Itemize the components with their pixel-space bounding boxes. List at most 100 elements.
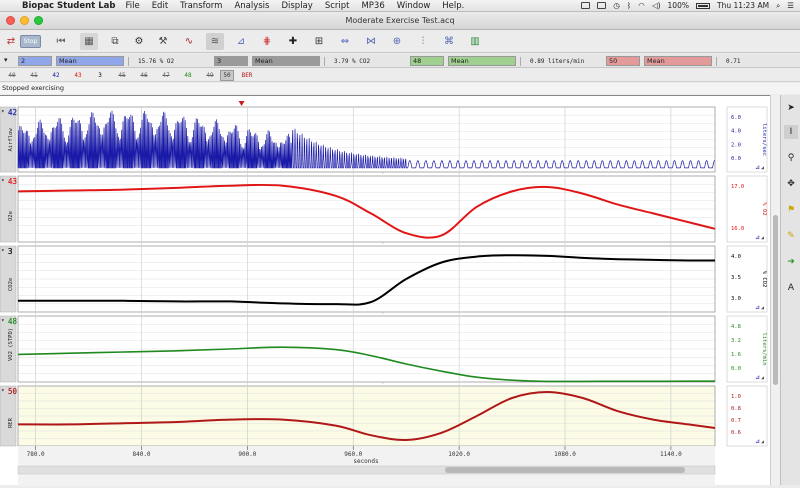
horizontal-scroll-thumb <box>445 467 685 473</box>
measurement-channel-2[interactable]: 3 <box>214 56 248 66</box>
channel-menu-arrow: ▾ <box>1 247 5 254</box>
channel-math-icon[interactable]: ⌘ <box>440 33 458 50</box>
zoom-icon[interactable]: ⚲ <box>784 151 798 165</box>
marker-flag-icon[interactable]: ⚑ <box>784 203 798 217</box>
zoom-fit-icon[interactable]: ⊕ <box>388 33 406 50</box>
menu-mp36[interactable]: MP36 <box>361 1 384 11</box>
channel-toggle-46[interactable]: 46 <box>134 70 154 81</box>
filter-icon[interactable]: ⫶ <box>414 33 432 50</box>
channel-toggle-48[interactable]: 48 <box>178 70 198 81</box>
channel-toggle-42[interactable]: 42 <box>46 70 66 81</box>
time-tick-label: 1020.0 <box>448 451 470 458</box>
lane-divider-handle: ◦ <box>381 310 385 317</box>
waveform-icon[interactable]: ∿ <box>180 33 198 50</box>
swap-arrows-icon[interactable]: ⇄ <box>2 33 20 50</box>
marker-cursor-icon[interactable]: ✎ <box>784 229 798 243</box>
channel-toggle-3[interactable]: 3 <box>90 70 110 81</box>
menu-file[interactable]: File <box>125 1 139 11</box>
markers-icon[interactable]: ⋕ <box>258 33 276 50</box>
hardware-icon[interactable]: ⚒ <box>154 33 172 50</box>
settings-gear-icon[interactable]: ⚙ <box>130 33 148 50</box>
channel-toggle-47[interactable]: 47 <box>156 70 176 81</box>
channel-toggle-43[interactable]: 43 <box>68 70 88 81</box>
measurement-func-4[interactable]: Mean <box>644 56 712 66</box>
graph-window[interactable]: 42 ▾ Airflow 6.0 4.0 2.0 0.0 liters/sec ⊿ ◢ 43 ▾ O2e… <box>0 95 770 486</box>
time-tick-label: 960.0 <box>344 451 362 458</box>
channel-toggle-41[interactable]: 41 <box>24 70 44 81</box>
channel-toggle-49[interactable]: 49 <box>200 70 220 81</box>
scale-tick-label: 0.0 <box>731 366 741 372</box>
volume-icon[interactable]: ◁) <box>652 1 661 10</box>
grid-icon[interactable]: ▦ <box>80 33 98 50</box>
overlap-icon[interactable]: ⋈ <box>362 33 380 50</box>
bluetooth-icon[interactable]: ᛒ <box>627 1 632 10</box>
autoscale-icon: ⊿ <box>755 164 760 171</box>
menu-edit[interactable]: Edit <box>152 1 168 11</box>
close-button[interactable] <box>6 16 15 25</box>
scatter-plot-icon[interactable]: ⊿ <box>232 33 250 50</box>
autoscale-icon: ⊿ <box>755 438 760 445</box>
channel-toggle-40[interactable]: 40 <box>2 70 22 81</box>
menu-transform[interactable]: Transform <box>180 1 222 11</box>
menu-list-icon[interactable]: ☰ <box>787 1 794 10</box>
channel-toggle-50[interactable]: 50 <box>220 70 234 81</box>
stop-button[interactable]: Stop <box>20 35 41 48</box>
minimize-button[interactable] <box>20 16 29 25</box>
annotate-icon[interactable]: A <box>784 281 798 295</box>
battery-percent[interactable]: 100% <box>668 1 689 10</box>
scale-tick-label: 17.0 <box>731 184 744 190</box>
scroll-hand-icon[interactable]: ✥ <box>784 177 798 191</box>
clock-icon[interactable]: ◷ <box>613 1 620 10</box>
measurement-value-2: 3.79 % CO2 <box>324 56 370 66</box>
channel-toggle-row: 40 41 42 43 3 45 46 47 48 49 50 BER <box>0 69 800 82</box>
arrow-cursor-icon[interactable]: ➤ <box>784 101 798 115</box>
i-beam-icon[interactable]: I <box>784 125 798 139</box>
waveform-chart[interactable]: 42▾Airflow6.04.02.00.0liters/sec⊿ ◢43▾O2e… <box>0 96 770 486</box>
measurement-channel-4[interactable]: 50 <box>606 56 640 66</box>
window-tile-icon[interactable]: ⧉ <box>106 33 124 50</box>
align-icon[interactable]: ⇔ <box>336 33 354 50</box>
measurement-channel-1[interactable]: 2 <box>18 56 52 66</box>
network-icon[interactable]: ⊞ <box>310 33 328 50</box>
scale-tick-label: 16.0 <box>731 226 744 232</box>
battery-icon[interactable] <box>695 2 710 9</box>
wifi-icon[interactable]: ◠ <box>638 1 645 10</box>
menu-app-name[interactable]: Biopac Student Lab <box>22 1 115 11</box>
time-axis-label: seconds <box>353 458 379 465</box>
time-tick-label: 1140.0 <box>660 451 682 458</box>
channel-toggle-ber[interactable]: BER <box>236 70 258 81</box>
airplay-icon[interactable] <box>597 2 607 9</box>
clock-text[interactable]: Thu 11:23 AM <box>717 1 769 10</box>
zoom-button[interactable] <box>34 16 43 25</box>
resize-corner-icon: ◢ <box>761 439 764 445</box>
measurement-channel-3[interactable]: 48 <box>410 56 444 66</box>
lane-divider-handle: ◦ <box>381 170 385 177</box>
measurement-func-1[interactable]: Mean <box>56 56 124 66</box>
unit-label-48: liters/min <box>761 332 767 365</box>
green-arrow-icon[interactable]: ➜ <box>784 255 798 269</box>
menu-help[interactable]: Help. <box>442 1 464 11</box>
stacked-waves-icon[interactable]: ≋ <box>206 33 224 50</box>
screen-icon[interactable] <box>581 2 591 9</box>
bar-chart-icon[interactable]: ▥ <box>466 33 484 50</box>
menu-script[interactable]: Script <box>325 1 350 11</box>
search-icon[interactable]: ⌕ <box>776 1 780 11</box>
measurement-func-3[interactable]: Mean <box>448 56 516 66</box>
channel-menu-arrow: ▾ <box>1 387 5 394</box>
measurement-func-2[interactable]: Mean <box>252 56 320 66</box>
unit-label-43: % O2 <box>761 202 767 215</box>
menu-display[interactable]: Display <box>281 1 312 11</box>
resize-corner-icon: ◢ <box>761 375 764 381</box>
channel-number-3: 3 <box>8 247 13 256</box>
menu-analysis[interactable]: Analysis <box>234 1 269 11</box>
channel-menu-arrow: ▾ <box>1 317 5 324</box>
scale-tick-label: 4.0 <box>731 254 741 260</box>
channel-toggle-45[interactable]: 45 <box>112 70 132 81</box>
rewind-icon[interactable]: ⏮ <box>52 33 70 50</box>
measurement-toggle-icon[interactable]: ▾ <box>4 56 8 64</box>
vertical-scrollbar[interactable] <box>770 95 780 485</box>
series-48 <box>17 346 716 383</box>
menu-window[interactable]: Window <box>397 1 431 11</box>
vertical-scroll-thumb[interactable] <box>773 215 778 385</box>
split-icon[interactable]: ✚ <box>284 33 302 50</box>
